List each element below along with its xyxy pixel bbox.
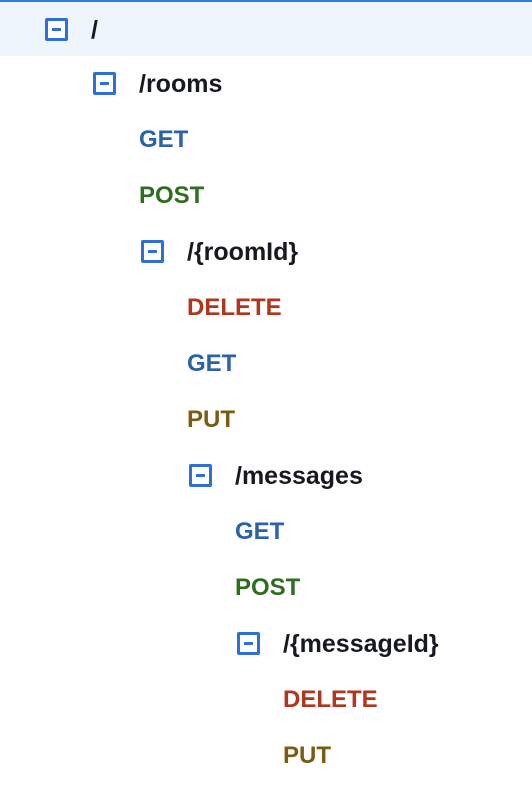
method-label-get[interactable]: GET — [235, 504, 284, 560]
method-row[interactable]: DELETE — [0, 280, 532, 336]
collapse-icon[interactable] — [237, 632, 260, 655]
method-label-post[interactable]: POST — [139, 168, 204, 224]
resource-label-rooms[interactable]: /rooms — [139, 56, 222, 112]
resource-label-roomid[interactable]: /{roomId} — [187, 224, 298, 280]
collapse-icon[interactable] — [189, 464, 212, 487]
collapse-icon[interactable] — [141, 240, 164, 263]
method-row[interactable]: GET — [0, 112, 532, 168]
method-label-get[interactable]: GET — [187, 336, 236, 392]
resource-row[interactable]: /{messageId} — [0, 616, 532, 672]
method-label-post[interactable]: POST — [235, 560, 300, 616]
resource-row[interactable]: /messages — [0, 448, 532, 504]
resource-row[interactable]: /{roomId} — [0, 224, 532, 280]
resource-row[interactable]: /rooms — [0, 56, 532, 112]
collapse-icon[interactable] — [93, 72, 116, 95]
method-row[interactable]: GET — [0, 504, 532, 560]
method-label-delete[interactable]: DELETE — [187, 280, 282, 336]
resource-label-messages[interactable]: /messages — [235, 448, 363, 504]
method-row[interactable]: POST — [0, 560, 532, 616]
method-label-put[interactable]: PUT — [283, 728, 331, 784]
collapse-icon[interactable] — [45, 18, 68, 41]
resource-row[interactable]: / — [0, 0, 532, 56]
method-row[interactable]: DELETE — [0, 672, 532, 728]
method-row[interactable]: PUT — [0, 392, 532, 448]
method-label-delete[interactable]: DELETE — [283, 672, 378, 728]
resource-label-messageid[interactable]: /{messageId} — [283, 616, 439, 672]
method-row[interactable]: POST — [0, 168, 532, 224]
method-row[interactable]: PUT — [0, 728, 532, 784]
method-row[interactable]: GET — [0, 336, 532, 392]
resource-label-root[interactable]: / — [91, 2, 98, 58]
method-label-get[interactable]: GET — [139, 112, 188, 168]
resource-tree: //rooms GET POST/{roomId} DELETE GET PUT/mess… — [0, 0, 532, 790]
method-label-put[interactable]: PUT — [187, 392, 235, 448]
